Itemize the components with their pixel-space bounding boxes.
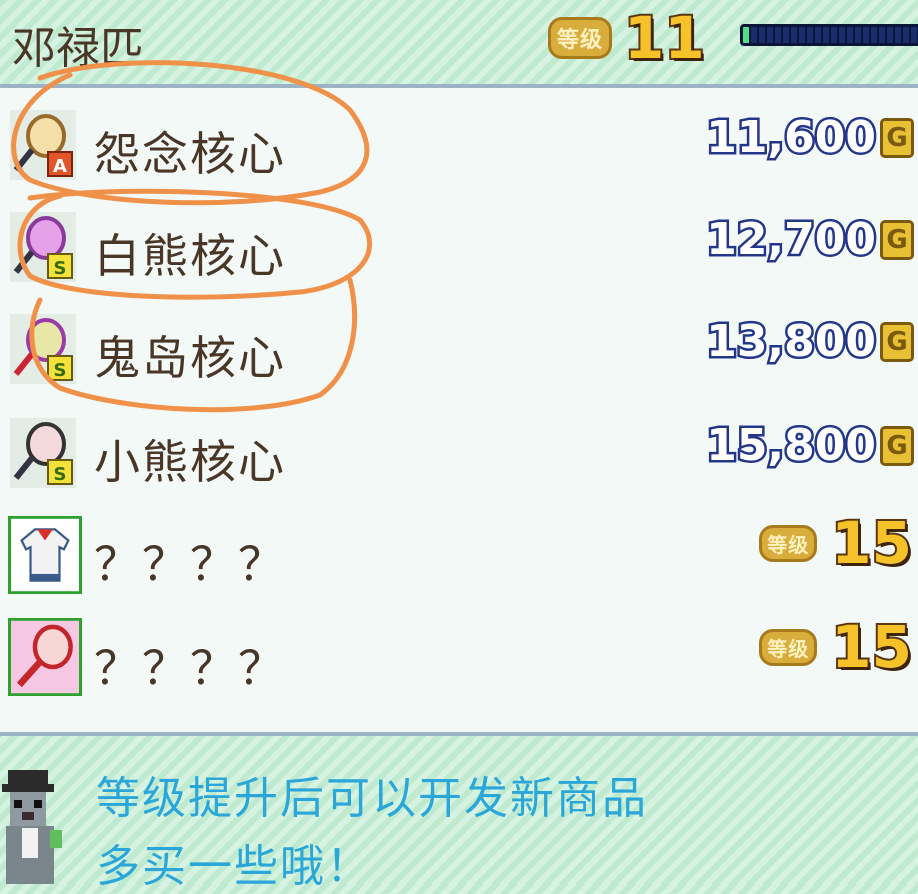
required-level: 等级 15 [759, 509, 914, 577]
player-level: 等级 11 [548, 4, 707, 72]
locked-item-row[interactable]: ？？？？ 等级 15 [0, 504, 918, 604]
item-price: 11,600 G [704, 112, 914, 163]
shop-item-row[interactable]: S 小熊核心 15,800 G [0, 402, 918, 502]
price-value: 12,700 [704, 214, 879, 265]
price-value: 11,600 [704, 112, 879, 163]
level-badge: 等级 [759, 524, 818, 562]
racket-icon: S [10, 212, 76, 282]
required-level: 等级 15 [759, 613, 914, 681]
level-badge: 等级 [548, 17, 613, 59]
racket-icon: S [10, 418, 76, 488]
item-price: 15,800 G [704, 420, 914, 471]
item-name: ？？？？ [94, 641, 286, 695]
item-name: 鬼岛核心 [94, 331, 286, 385]
shop-item-row[interactable]: S 白熊核心 12,700 G [0, 196, 918, 296]
shirt-icon [8, 516, 82, 594]
gold-icon: G [880, 118, 914, 158]
rank-label: S [54, 258, 67, 279]
level-badge: 等级 [759, 628, 818, 666]
racket-icon [8, 618, 82, 696]
experience-bar [740, 24, 918, 46]
shop-item-list: A 怨念核心 11,600 G S 白熊核心 12,700 G S 鬼岛核心 1… [0, 84, 918, 736]
locked-item-row[interactable]: ？？？？ 等级 15 [0, 608, 918, 708]
racket-icon: S [10, 314, 76, 384]
hint-text: 多买一些哦！ [96, 841, 372, 892]
hint-text: 等级提升后可以开发新商品 [96, 773, 648, 824]
gold-icon: G [880, 322, 914, 362]
racket-icon: A [10, 110, 76, 180]
rank-label: S [54, 464, 67, 485]
item-price: 12,700 G [704, 214, 914, 265]
level-number: 11 [622, 4, 707, 72]
item-name: 怨念核心 [94, 127, 286, 181]
item-price: 13,800 G [704, 316, 914, 367]
rank-label: A [53, 156, 67, 177]
item-name: 小熊核心 [94, 435, 286, 489]
shop-name: 邓禄匹 [12, 23, 144, 74]
gold-icon: G [880, 426, 914, 466]
item-name: ？？？？ [94, 537, 286, 591]
required-level-number: 15 [829, 509, 914, 577]
shop-item-row[interactable]: S 鬼岛核心 13,800 G [0, 298, 918, 398]
shop-item-row[interactable]: A 怨念核心 11,600 G [0, 94, 918, 194]
item-name: 白熊核心 [94, 229, 286, 283]
rank-label: S [54, 360, 67, 381]
required-level-number: 15 [829, 613, 914, 681]
price-value: 13,800 [704, 316, 879, 367]
gold-icon: G [880, 220, 914, 260]
shopkeeper-avatar [2, 770, 62, 884]
price-value: 15,800 [704, 420, 879, 471]
